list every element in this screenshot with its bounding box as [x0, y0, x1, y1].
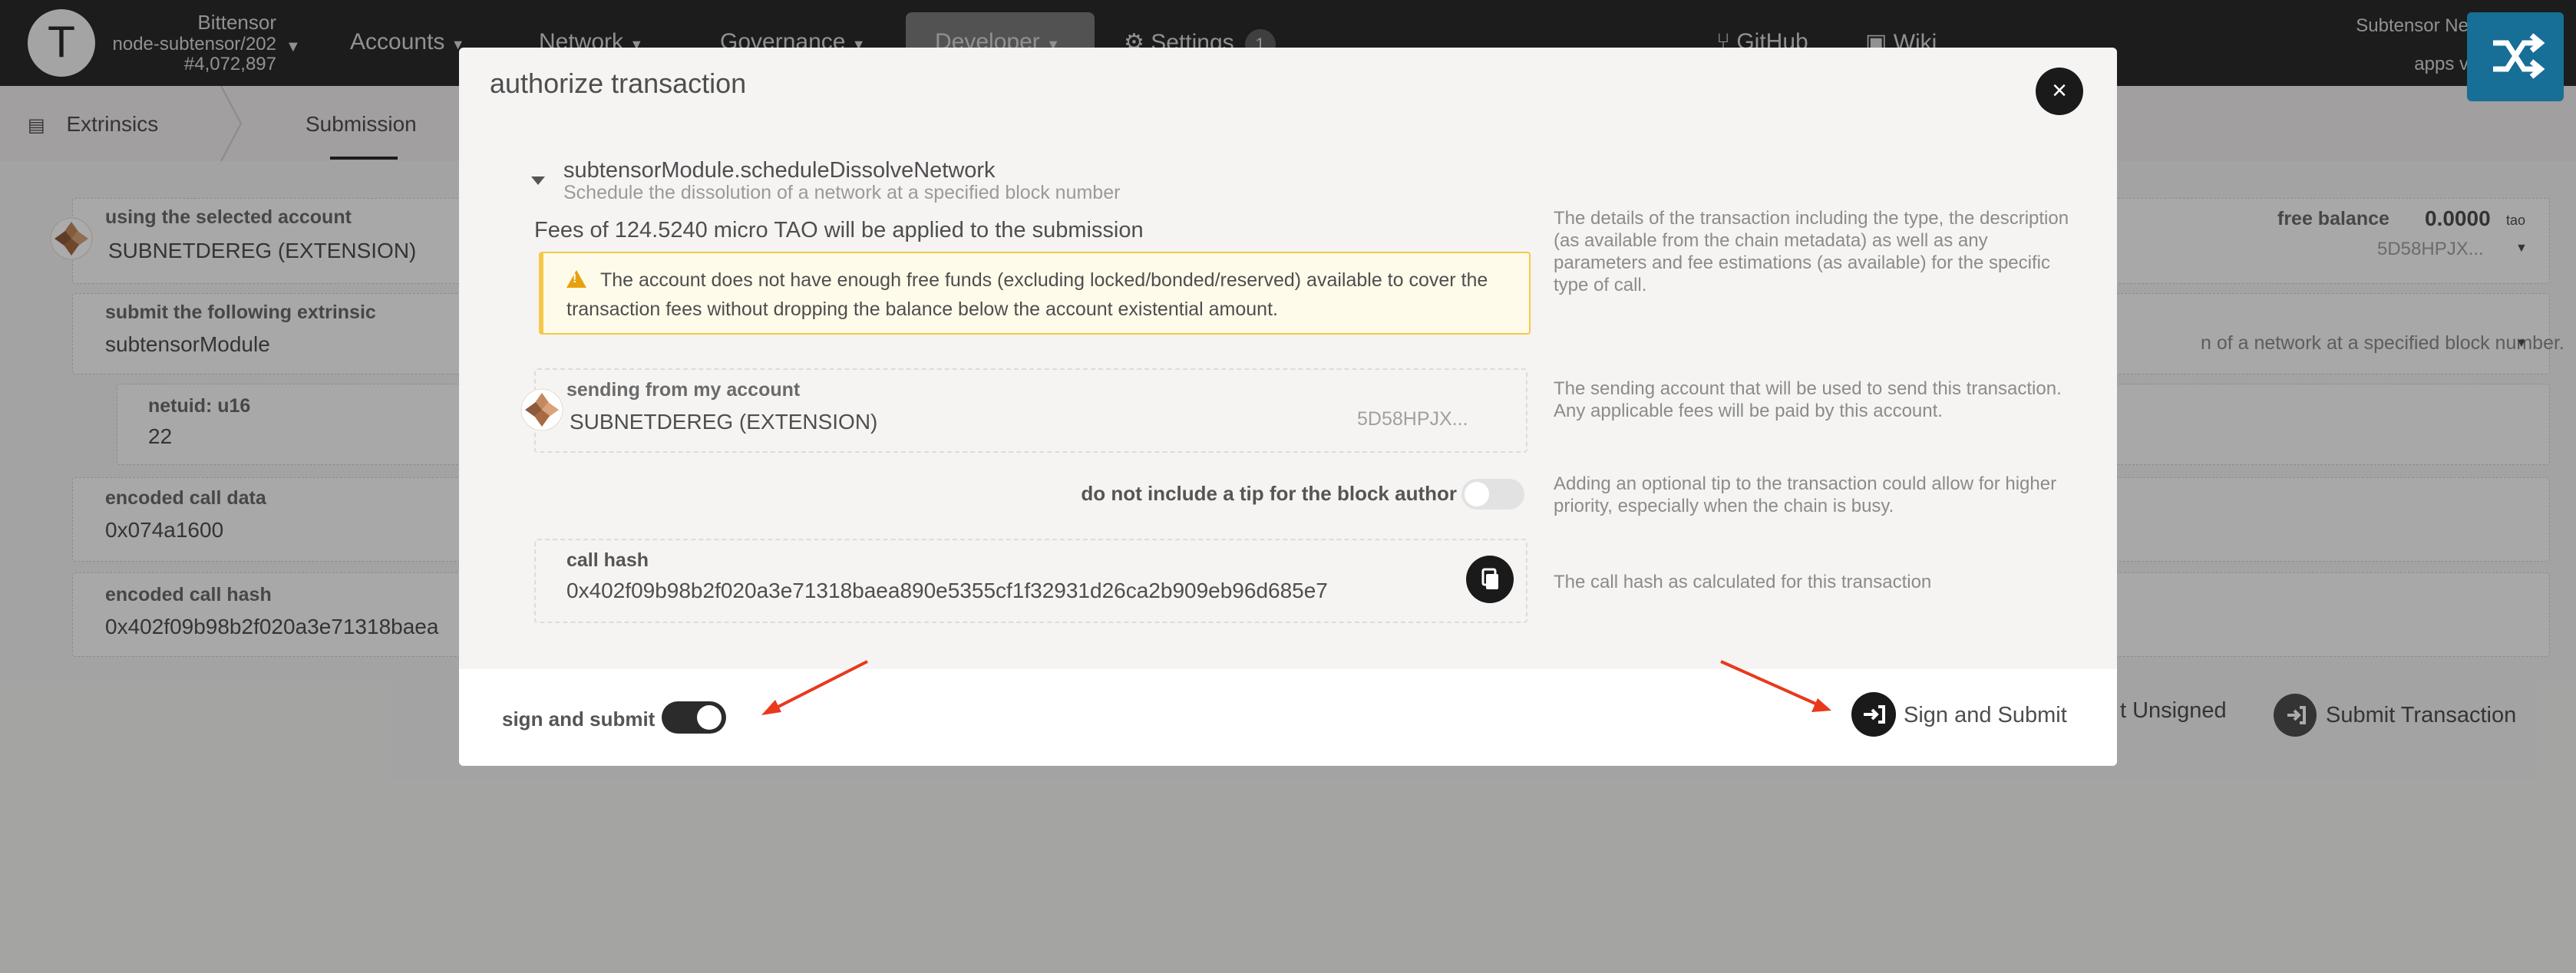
annotation-arrows — [761, 660, 1831, 715]
annotation-arrow-right — [1720, 660, 1831, 712]
annotation-arrow-left — [761, 660, 868, 715]
